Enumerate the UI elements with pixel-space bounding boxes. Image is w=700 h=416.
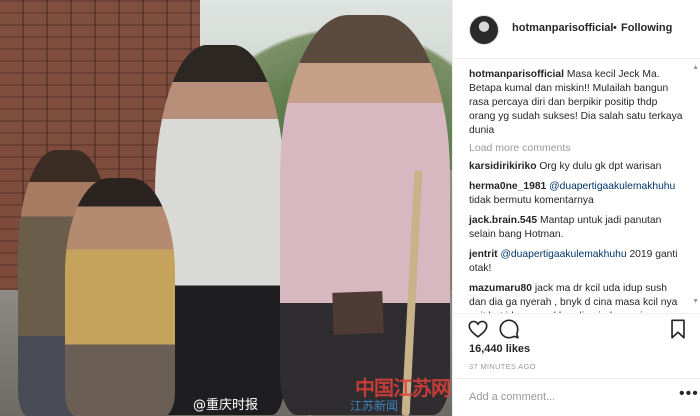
comment-text: tidak bermutu komentarnya (469, 195, 594, 206)
load-more-comments[interactable]: Load more comments (469, 142, 683, 154)
comment-item: karsidirikiriko Org ky dulu gk dpt waris… (469, 160, 683, 174)
action-bar (453, 313, 700, 343)
avatar[interactable] (469, 15, 499, 45)
header-username[interactable]: hotmanparisofficial (512, 22, 613, 34)
comments-list[interactable]: hotmanparisofficial Masa kecil Jeck Ma. … (453, 60, 693, 313)
photo-board (332, 291, 384, 335)
comments-scrollbar[interactable]: ▲ ▼ (692, 60, 700, 313)
comment-mention[interactable]: @duapertigaakulemakhuhu (549, 181, 675, 192)
post-side-panel: hotmanparisofficial • Following hotmanpa… (452, 0, 700, 416)
post-header: hotmanparisofficial • Following (453, 0, 700, 59)
photo-person-child (65, 178, 175, 416)
comment-username[interactable]: karsidirikiriko (469, 161, 537, 172)
comment-item: mazumaru80 jack ma dr kcil uda idup sush… (469, 282, 683, 313)
post-time[interactable]: 37 MINUTES AGO (469, 362, 536, 371)
comment-username[interactable]: jack.brain.545 (469, 215, 537, 226)
watermark-right-sub: 江苏新闻 (350, 399, 399, 413)
following-button[interactable]: Following (621, 22, 672, 34)
add-comment-bar: Add a comment... ••• (453, 378, 700, 416)
photo-person-man (280, 15, 450, 415)
comment-item: jack.brain.545 Mantap untuk jadi panutan… (469, 214, 683, 242)
caption: hotmanparisofficial Masa kecil Jeck Ma. … (469, 68, 683, 138)
comment-item: jentrit @duapertigaakulemakhuhu 2019 gan… (469, 248, 683, 276)
likes-count[interactable]: 16,440 likes (469, 343, 530, 355)
comment-username[interactable]: mazumaru80 (469, 283, 532, 294)
add-comment-input[interactable]: Add a comment... (469, 391, 555, 403)
more-options-icon[interactable]: ••• (679, 385, 699, 403)
heart-icon[interactable] (467, 318, 489, 340)
post-photo[interactable]: @重庆时报 中国江苏网 江苏新闻 (0, 0, 452, 416)
bookmark-icon[interactable] (667, 318, 689, 340)
comment-username[interactable]: herma0ne_1981 (469, 181, 546, 192)
scroll-down-icon[interactable]: ▼ (692, 298, 699, 305)
comment-item: herma0ne_1981 @duapertigaakulemakhuhu ti… (469, 180, 683, 208)
comment-icon[interactable] (498, 318, 520, 340)
watermark-left: @重庆时报 (193, 398, 259, 413)
comment-text: Org ky dulu gk dpt warisan (539, 161, 662, 172)
caption-username[interactable]: hotmanparisofficial (469, 69, 564, 80)
scroll-up-icon[interactable]: ▲ (692, 64, 699, 71)
comment-username[interactable]: jentrit (469, 249, 498, 260)
header-separator: • (613, 22, 617, 34)
comment-mention[interactable]: @duapertigaakulemakhuhu (500, 249, 626, 260)
